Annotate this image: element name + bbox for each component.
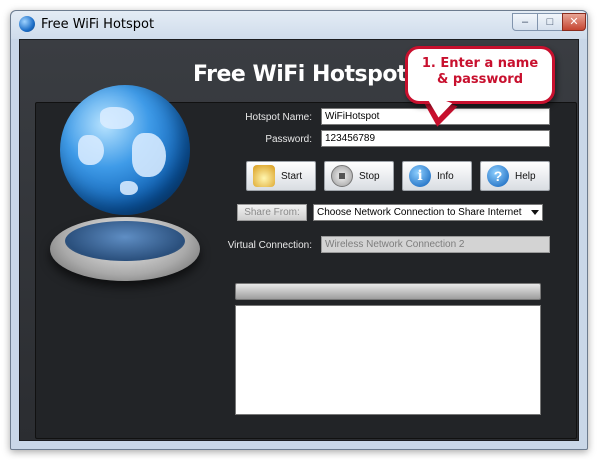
close-button[interactable]: ✕ [562,13,586,31]
globe-illustration [35,85,215,295]
continent-shape [78,135,104,165]
virtual-connection-field: Wireless Network Connection 2 [321,236,550,253]
continent-shape [100,107,134,129]
info-icon: i [409,165,431,187]
app-globe-icon [19,16,35,32]
callout-line-2: & password [436,72,524,87]
password-label: Password: [265,134,312,145]
window-title: Free WiFi Hotspot [41,17,155,32]
title-bar[interactable]: Free WiFi Hotspot – □ ✕ [11,11,587,39]
globe-icon [60,85,190,215]
callout-line-1: 1. Enter a name [421,56,539,71]
globe-reflection [65,221,185,261]
log-output[interactable] [235,305,541,415]
start-button[interactable]: Start [246,161,316,191]
minimize-button[interactable]: – [512,13,538,31]
virtual-connection-label: Virtual Connection: [227,240,312,251]
share-connection-value: Choose Network Connection to Share Inter… [317,207,522,218]
stop-button[interactable]: Stop [324,161,394,191]
info-button-label: Info [437,171,454,182]
help-button-label: Help [515,171,536,182]
start-button-label: Start [281,171,303,182]
share-from-button[interactable]: Share From: [237,204,307,221]
password-input[interactable]: 123456789 [321,130,550,147]
continent-shape [132,133,166,177]
stop-button-label: Stop [359,171,380,182]
share-connection-select[interactable]: Choose Network Connection to Share Inter… [313,204,543,221]
help-icon: ? [487,165,509,187]
wifi-signal-icon [253,165,275,187]
continent-shape [120,181,138,195]
chevron-down-icon[interactable] [531,210,539,215]
progress-bar [235,283,541,300]
info-button[interactable]: i Info [402,161,472,191]
maximize-button[interactable]: □ [537,13,563,31]
hotspot-name-label: Hotspot Name: [245,112,312,123]
help-button[interactable]: ? Help [480,161,550,191]
stop-icon [331,165,353,187]
